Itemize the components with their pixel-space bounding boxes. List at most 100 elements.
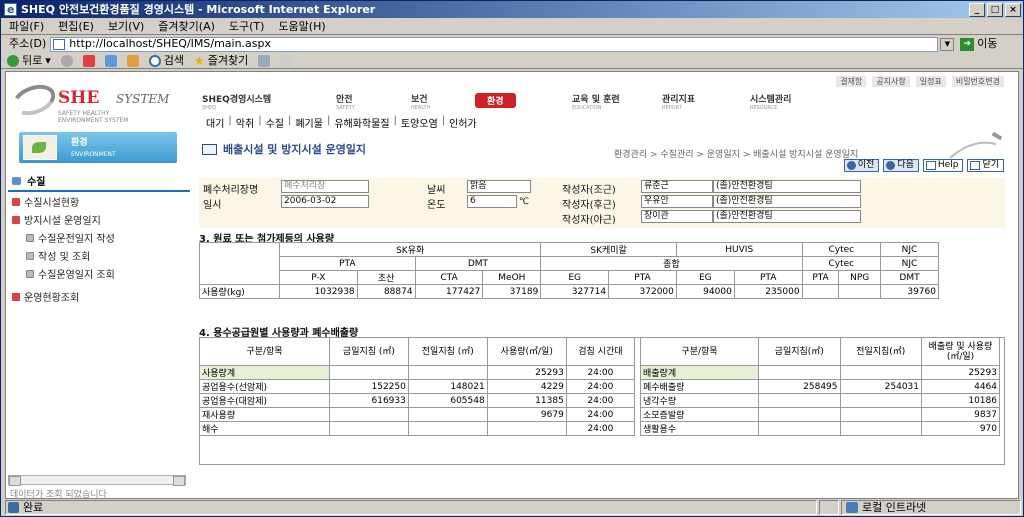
help-button[interactable]: Help [922, 159, 964, 172]
left-item-status[interactable]: 운영현황조회 [8, 287, 190, 305]
cell[interactable] [839, 421, 922, 436]
nav-report[interactable]: 관리지표 REPORT [662, 92, 695, 111]
cell[interactable] [486, 421, 567, 436]
usage-cell[interactable]: 372000 [608, 284, 677, 299]
cell[interactable]: 24:00 [565, 407, 636, 422]
search-button[interactable]: 검색 [148, 53, 184, 69]
nav-health[interactable]: 보건 HEALTH [411, 92, 430, 111]
nav-safety[interactable]: 안전 SAFETY [336, 92, 355, 111]
forward-icon[interactable] [60, 54, 73, 67]
usage-cell[interactable]: 1032938 [279, 284, 358, 299]
cell[interactable] [329, 407, 409, 422]
cell[interactable]: 254031 [839, 379, 922, 394]
media-icon[interactable] [258, 54, 271, 67]
close-button[interactable]: 닫기 [967, 159, 1004, 172]
left-item-facility[interactable]: 수질시설현황 [8, 192, 190, 210]
left-item-log-view[interactable]: 수질운영일지 조회 [8, 264, 190, 282]
cell[interactable]: 258495 [758, 379, 841, 394]
usage-cell[interactable] [801, 284, 840, 299]
cell[interactable] [758, 421, 841, 436]
cell[interactable] [839, 393, 922, 408]
subnav-chemicals[interactable]: 유해화학물질 [334, 115, 389, 130]
cell[interactable]: 4464 [921, 379, 1000, 394]
stop-icon[interactable] [82, 54, 95, 67]
temp-field[interactable]: 6 [467, 195, 517, 208]
next-button[interactable]: 다음 [883, 159, 919, 172]
cell[interactable]: 24:00 [565, 393, 636, 408]
writer1-name-field[interactable]: 류춘근 [641, 180, 713, 193]
topnav-password[interactable]: 비밀번호변경 [951, 76, 1004, 87]
address-dropdown-icon[interactable]: ▼ [940, 37, 955, 51]
subnav-odor[interactable]: 악취 [236, 115, 254, 130]
topnav-schedule[interactable]: 일정표 [915, 76, 946, 87]
home-icon[interactable] [126, 54, 139, 67]
cell[interactable] [839, 407, 922, 422]
writer2-dept-field[interactable]: (졸)안전환경팀 [713, 195, 861, 208]
prev-button[interactable]: 이전 [843, 159, 880, 172]
cell[interactable]: 9837 [921, 407, 1000, 422]
maximize-button[interactable]: □ [987, 3, 1003, 17]
subnav-soil[interactable]: 토양오염 [401, 115, 438, 130]
cell[interactable] [329, 421, 409, 436]
usage-cell[interactable]: 37189 [482, 284, 542, 299]
cell[interactable]: 10186 [921, 393, 1000, 408]
menu-help[interactable]: 도움말(H) [278, 18, 325, 34]
usage-cell[interactable]: 88874 [356, 284, 416, 299]
cell[interactable]: 616933 [329, 393, 409, 408]
plant-field[interactable]: 폐수처리장 [281, 180, 369, 193]
cell[interactable]: 9679 [486, 407, 567, 422]
menu-favorites[interactable]: 즐겨찾기(A) [158, 18, 215, 34]
usage-cell[interactable]: 177427 [414, 284, 484, 299]
left-horizontal-scrollbar[interactable] [8, 475, 186, 486]
usage-cell[interactable]: 235000 [733, 284, 803, 299]
address-input[interactable]: http://localhost/SHEQ/IMS/main.aspx [50, 36, 939, 52]
menu-view[interactable]: 보기(V) [108, 18, 144, 34]
cell[interactable] [758, 407, 841, 422]
cell[interactable]: 605548 [407, 393, 488, 408]
writer1-dept-field[interactable]: (졸)안전환경팀 [713, 180, 861, 193]
favorites-button[interactable]: ★ 즐겨찾기 [194, 53, 248, 69]
mail-icon[interactable] [280, 54, 293, 67]
close-window-button[interactable]: × [1005, 3, 1021, 17]
back-button[interactable]: 뒤로 ▾ [7, 53, 51, 69]
subnav-waste[interactable]: 폐기물 [295, 115, 323, 130]
she-logo[interactable]: SHE SYSTEM SAFETY HEALTHY ENVIRONMENT SYS… [8, 79, 182, 128]
topnav-approval[interactable]: 결재함 [836, 76, 867, 87]
usage-cell[interactable]: 94000 [675, 284, 735, 299]
nav-education[interactable]: 교육 및 훈련 EDUCATION [572, 92, 620, 111]
menu-file[interactable]: 파일(F) [9, 18, 44, 34]
left-item-log[interactable]: 방지시설 운영일지 [8, 210, 190, 228]
usage-cell[interactable]: 39760 [879, 284, 940, 299]
cell[interactable]: 24:00 [565, 421, 636, 436]
cell[interactable] [758, 393, 841, 408]
weather-field[interactable]: 맑음 [467, 180, 531, 193]
refresh-icon[interactable] [104, 54, 117, 67]
usage-cell[interactable]: 327714 [540, 284, 610, 299]
usage-cell[interactable] [838, 284, 881, 299]
subnav-water[interactable]: 수질 [266, 115, 284, 130]
cell[interactable] [407, 407, 488, 422]
cell[interactable]: 11385 [486, 393, 567, 408]
menu-tools[interactable]: 도구(T) [229, 18, 265, 34]
subnav-permits[interactable]: 인허가 [449, 115, 477, 130]
cell[interactable]: 970 [921, 421, 1000, 436]
cell[interactable]: 148021 [407, 379, 488, 394]
go-button[interactable]: ➔ 이동 [960, 36, 998, 52]
nav-sheq[interactable]: SHEQ경영시스템 SHEQ [202, 92, 271, 111]
left-item-log-edit[interactable]: 작성 및 조회 [8, 246, 190, 264]
writer3-dept-field[interactable]: (졸)안전환경팀 [713, 210, 861, 223]
writer2-name-field[interactable]: 우유안 [641, 195, 713, 208]
left-item-log-write[interactable]: 수질운전일지 작성 [8, 228, 190, 246]
nav-environment[interactable]: 환경 [475, 93, 516, 108]
date-field[interactable]: 2006-03-02 [281, 195, 369, 208]
cell[interactable]: 4229 [486, 379, 567, 394]
cell[interactable] [407, 421, 488, 436]
subnav-air[interactable]: 대기 [206, 115, 224, 130]
nav-resource[interactable]: 시스템관리 RESOURCE [750, 92, 791, 111]
cell[interactable]: 24:00 [565, 379, 636, 394]
menu-edit[interactable]: 편집(E) [58, 18, 94, 34]
writer3-name-field[interactable]: 장이관 [641, 210, 713, 223]
cell[interactable]: 152250 [329, 379, 409, 394]
minimize-button[interactable]: _ [969, 3, 985, 17]
topnav-notice[interactable]: 공지사항 [872, 76, 910, 87]
